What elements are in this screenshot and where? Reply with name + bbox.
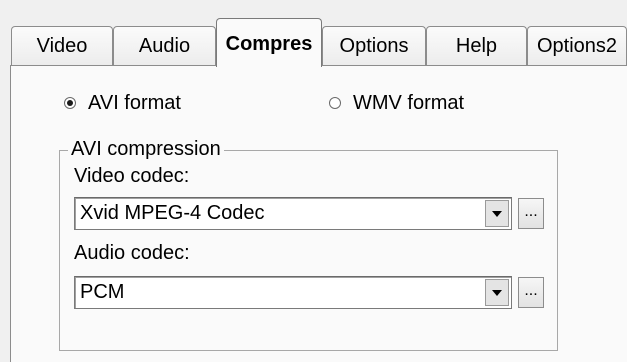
video-codec-select[interactable]: Xvid MPEG-4 Codec xyxy=(74,197,512,230)
tab-audio-label: Audio xyxy=(138,35,191,57)
audio-codec-browse-button[interactable]: ... xyxy=(518,277,544,308)
avi-format-label: AVI format xyxy=(88,91,181,114)
chevron-down-icon xyxy=(492,210,502,217)
tab-options[interactable]: Options xyxy=(322,26,426,66)
tab-audio[interactable]: Audio xyxy=(113,26,216,66)
wmv-format-radio[interactable]: WMV format xyxy=(329,91,464,115)
avi-compression-title: AVI compression xyxy=(68,137,224,161)
tab-compression[interactable]: Compres xyxy=(216,18,322,67)
compression-tab-page: AVI format WMV format AVI compression Vi… xyxy=(10,65,627,362)
dialog-window: Video Audio Compres Options Help Options… xyxy=(0,0,627,362)
video-codec-label: Video codec: xyxy=(74,165,190,187)
tab-options2-label: Options2 xyxy=(536,35,618,57)
video-codec-dropdown-button[interactable] xyxy=(485,200,509,227)
radio-unchecked-icon xyxy=(329,97,341,109)
audio-codec-browse-label: ... xyxy=(524,282,538,299)
radio-checked-icon xyxy=(64,97,76,109)
tab-options2[interactable]: Options2 xyxy=(527,26,627,66)
audio-codec-value: PCM xyxy=(80,281,125,303)
audio-codec-label: Audio codec: xyxy=(74,242,190,264)
video-codec-browse-label: ... xyxy=(524,203,538,220)
chevron-down-icon xyxy=(492,289,502,296)
video-codec-value: Xvid MPEG-4 Codec xyxy=(80,202,265,224)
tab-help[interactable]: Help xyxy=(426,26,527,66)
wmv-format-label: WMV format xyxy=(353,91,465,114)
tab-options-label: Options xyxy=(339,35,409,57)
tab-compression-label: Compres xyxy=(225,33,313,55)
tab-help-label: Help xyxy=(455,35,498,57)
tab-strip: Video Audio Compres Options Help Options… xyxy=(0,0,627,67)
tab-video-label: Video xyxy=(36,35,88,57)
audio-codec-dropdown-button[interactable] xyxy=(485,279,509,306)
tab-video[interactable]: Video xyxy=(11,26,113,66)
video-codec-browse-button[interactable]: ... xyxy=(518,198,544,229)
avi-compression-group: AVI compression Video codec: Xvid MPEG-4… xyxy=(59,137,558,351)
audio-codec-select[interactable]: PCM xyxy=(74,276,512,309)
avi-format-radio[interactable]: AVI format xyxy=(64,91,181,115)
